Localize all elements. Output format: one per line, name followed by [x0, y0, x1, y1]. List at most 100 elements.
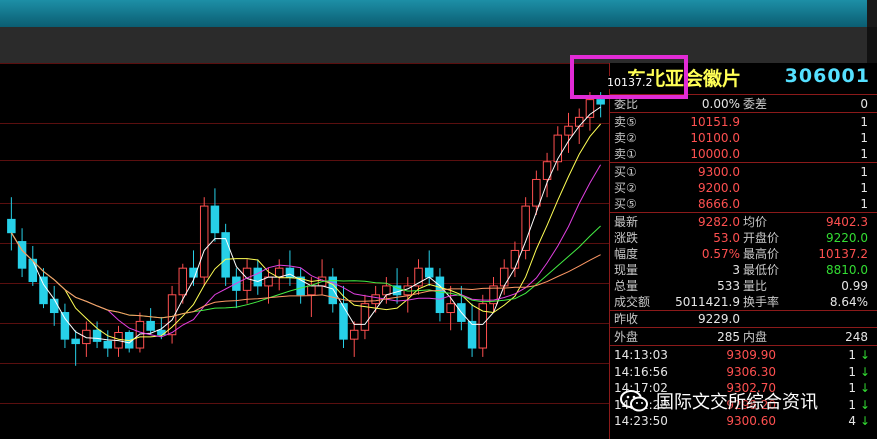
stat-value: 53.0 [713, 231, 740, 245]
candle-body [60, 312, 70, 340]
quote-panel: 东北亚会徽片 306001 委比 0.00% 委差 0 卖⑤ 10151.9 1… [609, 63, 877, 439]
stats-row: 总量 533 量比 0.99 [610, 278, 877, 294]
tick-vol: 1 [848, 348, 856, 362]
stat-label: 幅度 [614, 247, 639, 261]
stat-value: 8810.0 [826, 263, 868, 277]
sell-label: 卖② [614, 131, 637, 145]
stat-label: 总量 [614, 279, 639, 293]
divider [610, 327, 877, 328]
buy-vol: 1 [860, 165, 868, 179]
top-toolbar [0, 0, 877, 27]
buy-vol: 1 [860, 197, 868, 211]
candle-body [28, 258, 38, 282]
toolbar-edge [867, 0, 877, 27]
stat-value: 9282.0 [698, 215, 740, 229]
candle-body [253, 267, 263, 287]
waipan-row: 外盘 285 内盘 248 [610, 329, 877, 345]
candle-body [574, 116, 584, 127]
waipan-label: 外盘 [614, 330, 639, 344]
stat-value: 3 [732, 263, 740, 277]
sell-row-5[interactable]: 卖⑤ 10151.9 1 [610, 114, 877, 130]
tick-row[interactable]: 14:16:56 9306.30 1 ↓ [610, 364, 877, 380]
weibi-value: 0.00% [701, 97, 740, 111]
sell-vol: 1 [860, 131, 868, 145]
weicha-label: 委差 [743, 97, 768, 111]
candle-body [553, 134, 563, 163]
stat-label: 最新 [614, 215, 639, 229]
candle-body [521, 205, 530, 251]
buy-label: 买② [614, 181, 637, 195]
kline-chart[interactable] [0, 63, 609, 439]
sell-row-2[interactable]: 卖② 10100.0 1 [610, 130, 877, 146]
candle-body [210, 205, 220, 234]
sell-label: 卖⑤ [614, 115, 637, 129]
divider [610, 212, 877, 213]
title-bar [0, 27, 877, 63]
stats-row: 最新 9282.0 均价 9402.3 [610, 214, 877, 230]
zuoshou-value: 9229.0 [698, 312, 740, 326]
stats-row: 成交额 5011421.9 换手率 8.64% [610, 294, 877, 310]
buy-row-5[interactable]: 买⑤ 8666.0 1 [610, 196, 877, 212]
buy-price: 9300.0 [698, 165, 740, 179]
divider [610, 345, 877, 346]
candle-body [178, 267, 188, 296]
candle-body [499, 267, 509, 287]
stat-label: 开盘价 [743, 231, 780, 245]
zuoshou-label: 昨收 [614, 312, 639, 326]
candle-body [424, 267, 434, 278]
stat-label: 换手率 [743, 295, 780, 309]
buy-row-2[interactable]: 买② 9200.0 1 [610, 180, 877, 196]
stats-row: 涨跌 53.0 开盘价 9220.0 [610, 230, 877, 246]
stat-value: 8.64% [829, 295, 868, 309]
watermark-text: 国际文交所综合资讯 [656, 392, 818, 413]
titlebar-edge [867, 27, 877, 63]
stat-value: 5011421.9 [675, 295, 740, 309]
candle-body [71, 338, 80, 345]
neipan-value: 248 [845, 330, 868, 344]
stat-value: 0.99 [841, 279, 868, 293]
sell-vol: 1 [860, 147, 868, 161]
sell-price: 10151.9 [690, 115, 740, 129]
stat-value: 0.57% [701, 247, 740, 261]
buy-row-1[interactable]: 买① 9300.0 1 [610, 164, 877, 180]
zuoshou-row: 昨收 9229.0 [610, 311, 877, 327]
ma-line [10, 232, 601, 319]
buy-vol: 1 [860, 181, 868, 195]
candle-body [307, 285, 316, 296]
candle-body [82, 329, 91, 345]
sell-row-1[interactable]: 卖① 10000.0 1 [610, 146, 877, 162]
high-price-tag: 10137.2 [605, 76, 655, 89]
divider [610, 162, 877, 163]
sell-label: 卖① [614, 147, 637, 161]
stat-label: 成交额 [614, 295, 651, 309]
stats-row: 幅度 0.57% 最高价 10137.2 [610, 246, 877, 262]
candle-body [92, 329, 102, 342]
sell-vol: 1 [860, 115, 868, 129]
tick-time: 14:16:56 [614, 364, 668, 379]
stat-value: 10137.2 [818, 247, 868, 261]
stat-label: 现量 [614, 263, 639, 277]
candle-body [446, 303, 455, 314]
stat-label: 量比 [743, 279, 768, 293]
tick-down-arrow-icon: ↓ [859, 348, 870, 362]
buy-label: 买⑤ [614, 197, 637, 211]
candle-body [435, 276, 445, 314]
candle-body [349, 329, 359, 340]
candle-body [135, 320, 145, 349]
candle-body [564, 125, 573, 136]
weicha-value: 0 [860, 97, 868, 111]
stat-label: 最低价 [743, 263, 780, 277]
candle-body [510, 249, 520, 269]
divider [610, 112, 877, 113]
tick-vol: 1 [848, 364, 856, 379]
wechat-icon [620, 390, 648, 412]
sell-price: 10100.0 [690, 131, 740, 145]
candle-body [371, 294, 380, 305]
candle-body [274, 267, 284, 278]
buy-price: 9200.0 [698, 181, 740, 195]
candle-body [199, 205, 209, 278]
candle-body [103, 340, 113, 349]
candle-body [146, 320, 155, 331]
tick-row[interactable]: 14:13:03 9309.90 1 ↓ [610, 347, 877, 363]
buy-label: 买① [614, 165, 637, 179]
